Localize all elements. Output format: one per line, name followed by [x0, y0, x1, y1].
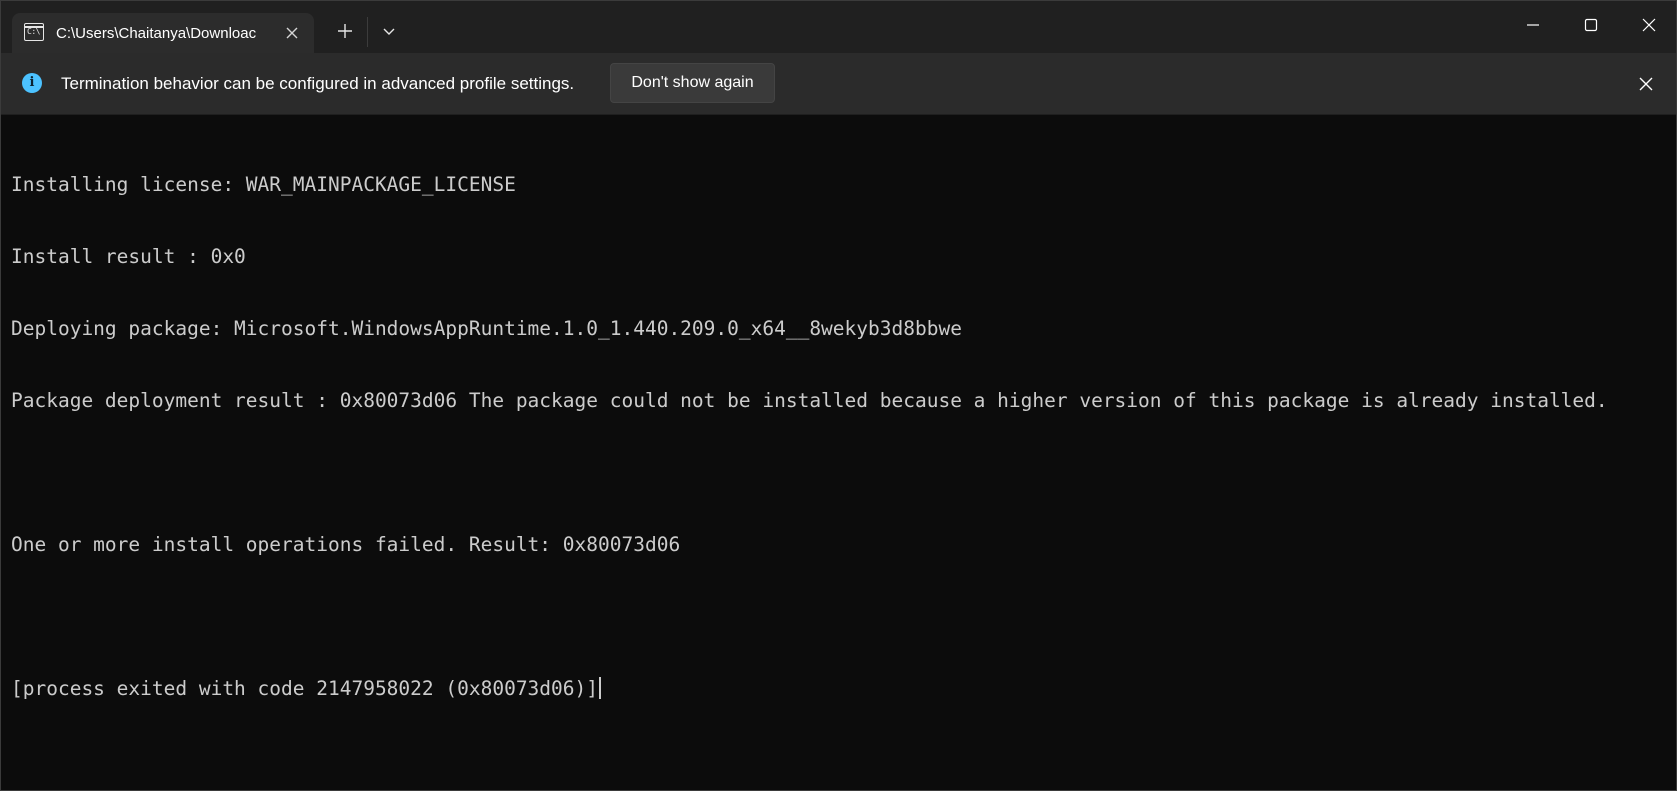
title-bar: C:\ C:\Users\Chaitanya\Downloac	[1, 1, 1676, 53]
terminal-line: One or more install operations failed. R…	[11, 533, 681, 556]
terminal-output[interactable]: Installing license: WAR_MAINPACKAGE_LICE…	[11, 125, 1671, 785]
maximize-icon	[1584, 18, 1598, 32]
terminal-line: Install result : 0x0	[11, 245, 246, 268]
tab-close-button[interactable]	[280, 21, 304, 45]
terminal-line: Package deployment result : 0x80073d06 T…	[11, 389, 1608, 412]
info-message: Termination behavior can be configured i…	[61, 74, 575, 93]
close-window-button[interactable]	[1621, 1, 1677, 49]
terminal-line-text: [process exited with code 2147958022 (0x…	[11, 677, 598, 700]
tab-separator	[367, 17, 368, 47]
command-prompt-icon: C:\	[24, 23, 44, 41]
info-bar: i Termination behavior can be configured…	[1, 53, 1676, 115]
info-bar-close-button[interactable]	[1631, 69, 1661, 99]
close-icon	[1639, 77, 1653, 91]
close-icon	[286, 27, 298, 39]
dont-show-again-button[interactable]: Don't show again	[610, 63, 775, 103]
minimize-button[interactable]	[1505, 1, 1561, 49]
tab-title: C:\Users\Chaitanya\Downloac	[56, 25, 257, 42]
maximize-button[interactable]	[1563, 1, 1619, 49]
new-tab-button[interactable]	[329, 15, 361, 47]
tab-dropdown-button[interactable]	[373, 15, 405, 47]
tab-command-prompt[interactable]: C:\ C:\Users\Chaitanya\Downloac	[12, 13, 314, 53]
close-icon	[1642, 18, 1656, 32]
info-icon: i	[22, 73, 42, 93]
plus-icon	[338, 24, 352, 38]
terminal-line: Deploying package: Microsoft.WindowsAppR…	[11, 317, 962, 340]
terminal-line: Installing license: WAR_MAINPACKAGE_LICE…	[11, 173, 516, 196]
chevron-down-icon	[383, 28, 395, 35]
minimize-icon	[1527, 24, 1539, 26]
terminal-line-last: [process exited with code 2147958022 (0x…	[11, 677, 1671, 701]
terminal-window: C:\ C:\Users\Chaitanya\Downloac i Termin…	[0, 0, 1677, 791]
text-cursor	[599, 677, 601, 699]
